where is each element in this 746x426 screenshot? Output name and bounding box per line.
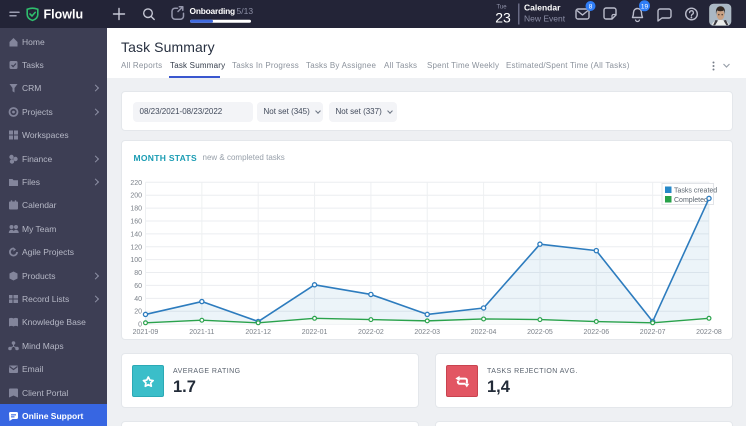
svg-text:2022-06: 2022-06 — [583, 329, 609, 336]
svg-text:120: 120 — [130, 244, 142, 251]
svg-text:5/13: 5/13 — [237, 6, 254, 16]
svg-text:40: 40 — [134, 296, 142, 303]
svg-text:160: 160 — [130, 218, 142, 225]
svg-text:2022-08: 2022-08 — [696, 329, 722, 336]
svg-text:19: 19 — [641, 3, 649, 10]
svg-text:200: 200 — [130, 193, 142, 200]
svg-text:Completed: Completed — [674, 197, 708, 204]
svg-text:60: 60 — [134, 283, 142, 290]
svg-text:2022-01: 2022-01 — [302, 329, 328, 336]
svg-text:Onboarding: Onboarding — [190, 6, 236, 16]
svg-text:80: 80 — [134, 270, 142, 277]
svg-text:2022-04: 2022-04 — [471, 329, 497, 336]
svg-text:2022-02: 2022-02 — [358, 329, 384, 336]
svg-text:140: 140 — [130, 231, 142, 238]
svg-text:Flowlu: Flowlu — [44, 8, 84, 22]
svg-text:220: 220 — [130, 180, 142, 187]
svg-text:2022-07: 2022-07 — [640, 329, 666, 336]
svg-text:100: 100 — [130, 257, 142, 264]
svg-text:2021-12: 2021-12 — [245, 329, 271, 336]
svg-text:2021-09: 2021-09 — [133, 329, 159, 336]
svg-text:2022-03: 2022-03 — [414, 329, 440, 336]
svg-text:Tasks created: Tasks created — [674, 188, 717, 195]
svg-text:8: 8 — [589, 3, 593, 10]
svg-text:0: 0 — [138, 322, 142, 329]
svg-text:New Event: New Event — [524, 14, 566, 24]
svg-text:Calendar: Calendar — [524, 3, 561, 13]
svg-text:2022-05: 2022-05 — [527, 329, 553, 336]
svg-text:2021-11: 2021-11 — [189, 329, 214, 336]
svg-text:23: 23 — [495, 9, 511, 25]
svg-text:20: 20 — [134, 309, 142, 316]
svg-text:180: 180 — [130, 206, 142, 213]
